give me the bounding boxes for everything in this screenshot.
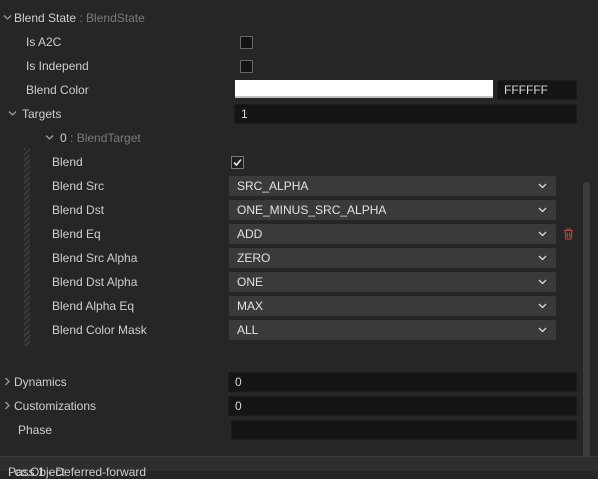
blend-dst-alpha-value: ONE	[237, 275, 264, 289]
dynamics-count-input[interactable]: 0	[228, 372, 577, 392]
scrollbar[interactable]	[583, 182, 590, 470]
blend-row: Blend	[0, 150, 598, 174]
chevron-right-icon[interactable]	[3, 394, 13, 418]
blend-color-mask-row: Blend Color Mask ALL	[0, 318, 598, 342]
checkmark-icon	[233, 158, 242, 167]
blend-dst-alpha-label: Blend Dst Alpha	[52, 275, 138, 289]
blend-color-mask-select[interactable]: ALL	[229, 320, 556, 340]
blend-alpha-eq-row: Blend Alpha Eq MAX	[0, 294, 598, 318]
chevron-down-icon	[538, 207, 547, 213]
blend-dst-alpha-row: Blend Dst Alpha ONE	[0, 270, 598, 294]
chevron-down-icon	[538, 183, 547, 189]
targets-row[interactable]: Targets 1	[0, 102, 598, 126]
customizations-count-input[interactable]: 0	[228, 396, 577, 416]
blend-eq-label: Blend Eq	[52, 227, 101, 241]
trash-icon[interactable]	[563, 228, 574, 243]
phase-label: Phase	[18, 423, 53, 437]
blend-src-alpha-select[interactable]: ZERO	[229, 248, 556, 268]
blend-eq-value: ADD	[237, 227, 263, 241]
blend-src-alpha-row: Blend Src Alpha ZERO	[0, 246, 598, 270]
customizations-label: Customizations	[14, 399, 97, 413]
pass-1-header[interactable]: Pass 1 - Deferred-forward : cc.Object	[0, 456, 598, 479]
blend-alpha-eq-select[interactable]: MAX	[229, 296, 556, 316]
is-independ-checkbox[interactable]	[240, 60, 253, 73]
chevron-down-icon[interactable]	[3, 6, 13, 30]
blend-color-mask-value: ALL	[237, 323, 259, 337]
blend-color-label: Blend Color	[26, 83, 89, 97]
blend-dst-value: ONE_MINUS_SRC_ALPHA	[237, 203, 387, 217]
targets-count-input[interactable]: 1	[234, 104, 577, 124]
blend-checkbox[interactable]	[231, 156, 244, 169]
blend-state-label: Blend State : BlendState	[14, 11, 145, 25]
chevron-down-icon[interactable]	[8, 102, 18, 126]
blend-state-header[interactable]: Blend State : BlendState	[0, 6, 598, 30]
blend-src-value: SRC_ALPHA	[237, 179, 309, 193]
is-independ-row: Is Independ	[0, 54, 598, 78]
blend-dst-alpha-select[interactable]: ONE	[229, 272, 556, 292]
blend-src-select[interactable]: SRC_ALPHA	[229, 176, 556, 196]
dynamics-row[interactable]: Dynamics 0	[0, 370, 598, 394]
chevron-right-icon[interactable]	[3, 370, 13, 394]
chevron-down-icon[interactable]	[45, 126, 55, 150]
customizations-row[interactable]: Customizations 0	[0, 394, 598, 418]
blend-label: Blend	[52, 155, 83, 169]
blend-color-hex-input[interactable]: FFFFFF	[497, 80, 577, 100]
chevron-down-icon	[538, 279, 547, 285]
blend-color-row: Blend Color FFFFFF	[0, 78, 598, 102]
blend-dst-label: Blend Dst	[52, 203, 105, 217]
is-a2c-row: Is A2C	[0, 30, 598, 54]
blend-src-alpha-value: ZERO	[237, 251, 271, 265]
target-0-label: 0 : BlendTarget	[60, 131, 141, 145]
blend-dst-select[interactable]: ONE_MINUS_SRC_ALPHA	[229, 200, 556, 220]
phase-row: Phase	[0, 418, 598, 442]
blend-dst-row: Blend Dst ONE_MINUS_SRC_ALPHA	[0, 198, 598, 222]
targets-label: Targets	[22, 107, 62, 121]
chevron-down-icon	[538, 327, 547, 333]
is-a2c-checkbox[interactable]	[240, 36, 253, 49]
is-a2c-label: Is A2C	[26, 35, 62, 49]
blend-eq-row: Blend Eq ADD	[0, 222, 598, 246]
dynamics-label: Dynamics	[14, 375, 67, 389]
blend-color-mask-label: Blend Color Mask	[52, 323, 147, 337]
blend-src-row: Blend Src SRC_ALPHA	[0, 174, 598, 198]
blend-src-label: Blend Src	[52, 179, 105, 193]
chevron-down-icon	[538, 255, 547, 261]
blend-color-swatch[interactable]	[235, 80, 493, 98]
blend-src-alpha-label: Blend Src Alpha	[52, 251, 138, 265]
phase-input[interactable]	[231, 420, 577, 440]
blend-alpha-eq-value: MAX	[237, 299, 264, 313]
target-0-header[interactable]: 0 : BlendTarget	[0, 126, 598, 150]
blend-alpha-eq-label: Blend Alpha Eq	[52, 299, 135, 313]
chevron-down-icon	[538, 231, 547, 237]
blend-eq-select[interactable]: ADD	[229, 224, 556, 244]
is-independ-label: Is Independ	[26, 59, 89, 73]
chevron-down-icon	[538, 303, 547, 309]
